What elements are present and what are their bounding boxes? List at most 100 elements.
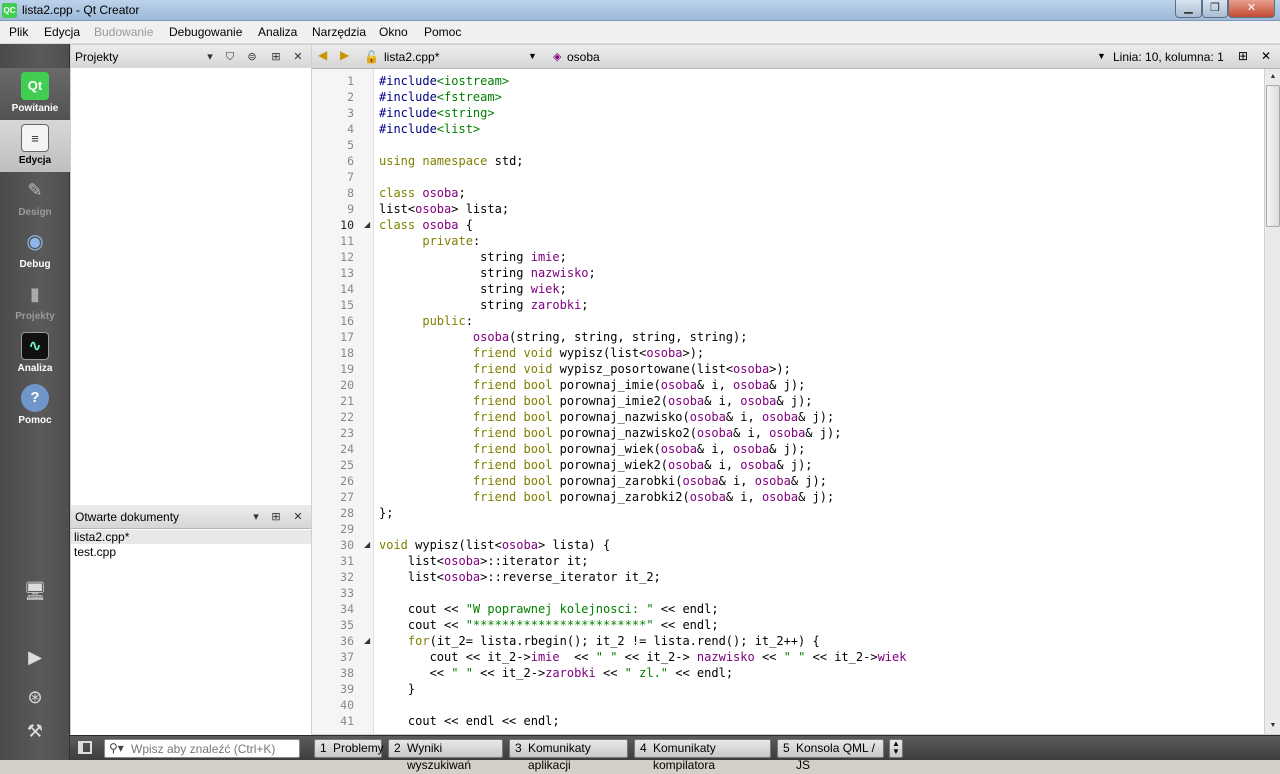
code-line[interactable]: cout << it_2->imie << " " << it_2-> nazw… <box>379 649 907 665</box>
file-selector[interactable]: lista2.cpp* <box>384 50 439 64</box>
build-hammer-icon[interactable]: ⚒ <box>20 718 50 744</box>
mode-projects[interactable]: ▮ Projekty <box>0 276 70 328</box>
close-window-button[interactable]: ✕ <box>1228 0 1275 18</box>
code-line[interactable]: friend bool porownaj_zarobki2(osoba& i, … <box>379 489 834 505</box>
fold-marker-icon[interactable]: ◢ <box>364 633 370 649</box>
mode-design[interactable]: ✎ Design <box>0 172 70 224</box>
code-line[interactable]: #include<fstream> <box>379 89 502 105</box>
mode-analyze[interactable]: ∿ Analiza <box>0 328 70 380</box>
sync-link-icon[interactable]: ⊜ <box>244 49 260 65</box>
fold-marker-icon[interactable]: ◢ <box>364 537 370 553</box>
vertical-scrollbar[interactable]: ▲ ▼ <box>1264 69 1280 734</box>
code-line[interactable]: cout << endl << endl; <box>379 713 560 729</box>
fold-marker-icon[interactable]: ◢ <box>364 217 370 233</box>
filter-icon[interactable]: ⛉ <box>222 49 238 65</box>
forward-arrow-icon[interactable]: ▶ <box>340 48 349 62</box>
close-pane-icon[interactable]: ✕ <box>290 509 306 525</box>
cursor-position[interactable]: Linia: 10, kolumna: 1 <box>1113 50 1224 64</box>
code-line[interactable]: cout << "W poprawnej kolejnosci: " << en… <box>379 601 719 617</box>
run-icon[interactable]: ▶ <box>20 644 50 670</box>
mode-label: Projekty <box>15 311 55 322</box>
code-line[interactable]: friend bool porownaj_wiek2(osoba& i, oso… <box>379 457 813 473</box>
code-line[interactable]: #include<iostream> <box>379 73 509 89</box>
menu-plik[interactable]: Plik <box>9 25 28 39</box>
scrollbar-thumb[interactable] <box>1266 85 1280 227</box>
chevron-down-icon[interactable]: ▼ <box>1097 51 1106 61</box>
close-editor-icon[interactable]: ✕ <box>1261 49 1271 63</box>
back-arrow-icon[interactable]: ◀ <box>318 48 327 62</box>
menu-debugowanie[interactable]: Debugowanie <box>169 25 242 39</box>
code-line[interactable]: class osoba; <box>379 185 466 201</box>
projects-pane-title[interactable]: Projekty <box>75 50 118 64</box>
split-editor-icon[interactable]: ⊞ <box>1238 49 1248 63</box>
line-number: 18 <box>340 346 354 360</box>
menu-edycja[interactable]: Edycja <box>44 25 80 39</box>
code-editor[interactable]: 1 2 3 4 5 6 7 8 9 10 ◢ 11 12 13 14 15 16 17 18 19 20 21 22 23 24… <box>312 69 1264 734</box>
scroll-up-icon[interactable]: ▲ <box>1265 69 1280 85</box>
line-number: 13 <box>340 266 354 280</box>
code-line[interactable]: friend void wypisz(list<osoba>); <box>379 345 704 361</box>
tab-komunikaty-kompilatora[interactable]: 4 Komunikaty kompilatora <box>634 739 771 772</box>
mode-edit[interactable]: ≡ Edycja <box>0 120 70 172</box>
code-line[interactable]: string zarobki; <box>379 297 588 313</box>
code-line[interactable]: list<osoba> lista; <box>379 201 509 217</box>
code-line[interactable]: list<osoba>::iterator it; <box>379 553 589 569</box>
code-line[interactable]: }; <box>379 505 393 521</box>
split-pane-icon[interactable]: ⊞ <box>268 509 284 525</box>
line-number: 19 <box>340 362 354 376</box>
code-line[interactable]: #include<list> <box>379 121 480 137</box>
menu-analiza[interactable]: Analiza <box>258 25 297 39</box>
mode-debug[interactable]: ◉ Debug <box>0 224 70 276</box>
maximize-button[interactable]: ❐ <box>1202 0 1228 18</box>
tab-konsola-qml[interactable]: 5 Konsola QML / JS <box>777 739 884 772</box>
mode-help[interactable]: ? Pomoc <box>0 380 70 432</box>
menu-budowanie[interactable]: Budowanie <box>94 25 153 39</box>
close-pane-icon[interactable]: ✕ <box>290 49 306 65</box>
menu-okno[interactable]: Okno <box>379 25 408 39</box>
minimize-button[interactable]: ▁ <box>1175 0 1202 18</box>
code-line[interactable]: friend bool porownaj_nazwisko2(osoba& i,… <box>379 425 842 441</box>
start-debugging-icon[interactable]: ⊛ <box>20 684 50 710</box>
projects-tree[interactable] <box>71 68 311 505</box>
menu-pomoc[interactable]: Pomoc <box>424 25 461 39</box>
code-line[interactable]: void wypisz(list<osoba> lista) { <box>379 537 610 553</box>
code-line[interactable]: #include<string> <box>379 105 495 121</box>
chevron-down-icon[interactable]: ▾ <box>248 509 264 525</box>
code-line[interactable]: string nazwisko; <box>379 265 596 281</box>
open-documents-title[interactable]: Otwarte dokumenty <box>75 510 179 524</box>
code-line[interactable]: friend bool porownaj_wiek(osoba& i, osob… <box>379 441 805 457</box>
code-line[interactable]: << " " << it_2->zarobki << " zl." << end… <box>379 665 734 681</box>
chevron-down-icon[interactable]: ▼ <box>528 51 537 61</box>
code-line[interactable]: cout << "************************" << en… <box>379 617 719 633</box>
code-line[interactable]: friend bool porownaj_imie2(osoba& i, oso… <box>379 393 813 409</box>
code-line[interactable]: using namespace std; <box>379 153 524 169</box>
list-item[interactable]: lista2.cpp* <box>71 530 311 544</box>
tab-komunikaty-aplikacji[interactable]: 3 Komunikaty aplikacji <box>509 739 628 772</box>
code-line[interactable]: private: <box>379 233 480 249</box>
toggle-sidebar-icon[interactable] <box>78 741 92 754</box>
tab-wyniki-wyszukiwan[interactable]: 2 Wyniki wyszukiwań <box>388 739 503 772</box>
list-item[interactable]: test.cpp <box>74 545 116 559</box>
chevron-down-icon[interactable]: ▾ <box>202 49 218 65</box>
target-selector-icon[interactable]: 🖥 <box>20 578 50 604</box>
code-line[interactable]: friend bool porownaj_nazwisko(osoba& i, … <box>379 409 834 425</box>
tab-problemy[interactable]: 1 Problemy <box>314 739 384 758</box>
code-line[interactable]: class osoba { <box>379 217 473 233</box>
symbol-selector[interactable]: osoba <box>567 50 600 64</box>
locator-search-input[interactable]: ⚲▾ Wpisz aby znaleźć (Ctrl+K) <box>104 739 300 758</box>
code-line[interactable]: friend bool porownaj_zarobki(osoba& i, o… <box>379 473 827 489</box>
scroll-down-icon[interactable]: ▼ <box>1265 718 1280 734</box>
split-pane-icon[interactable]: ⊞ <box>268 49 284 65</box>
code-line[interactable]: string wiek; <box>379 281 567 297</box>
menu-narzedzia[interactable]: Narzędzia <box>312 25 366 39</box>
code-line[interactable]: friend bool porownaj_imie(osoba& i, osob… <box>379 377 805 393</box>
code-line[interactable]: friend void wypisz_posortowane(list<osob… <box>379 361 791 377</box>
mode-welcome[interactable]: Qt Powitanie <box>0 68 70 120</box>
code-line[interactable]: string imie; <box>379 249 567 265</box>
code-line[interactable]: for(it_2= lista.rbegin(); it_2 != lista.… <box>379 633 820 649</box>
code-line[interactable]: } <box>379 681 415 697</box>
code-line[interactable]: public: <box>379 313 473 329</box>
code-line[interactable]: list<osoba>::reverse_iterator it_2; <box>379 569 661 585</box>
code-line[interactable]: osoba(string, string, string, string); <box>379 329 748 345</box>
tabs-scroll-icon[interactable]: ▲ ▼ <box>889 739 903 758</box>
